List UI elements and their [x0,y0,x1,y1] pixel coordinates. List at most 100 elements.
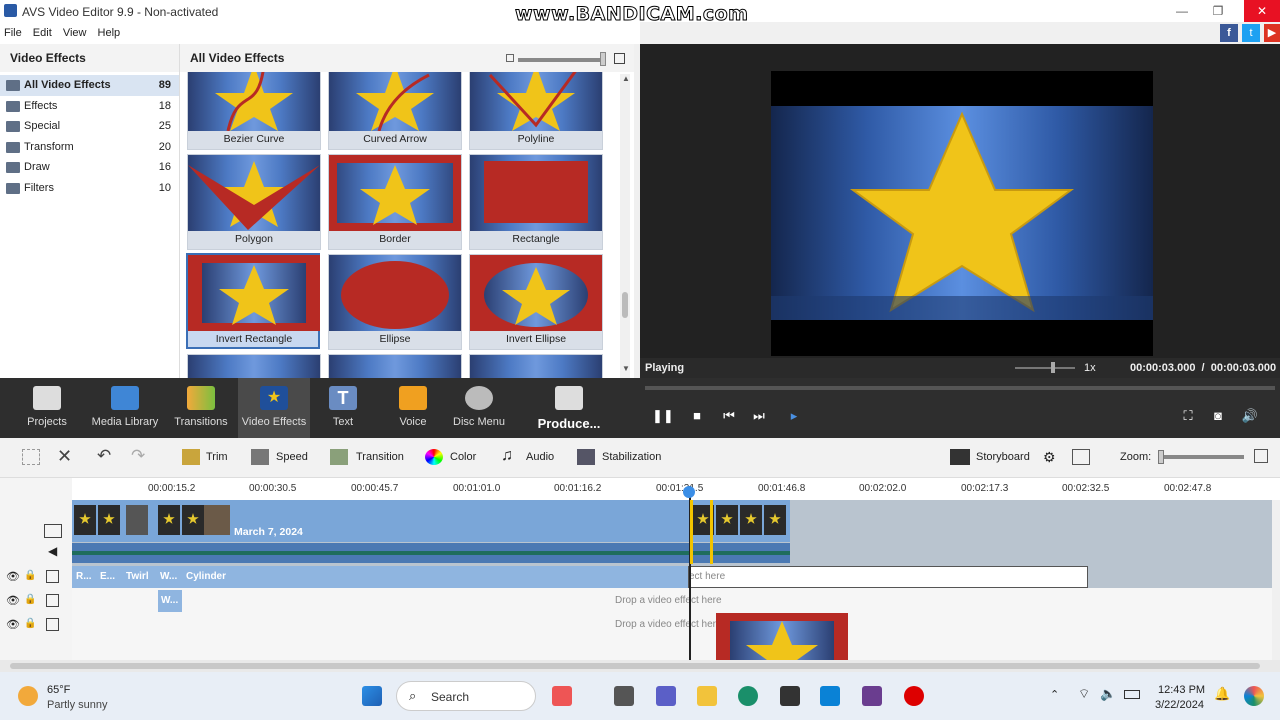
category-draw[interactable]: Draw 16 [0,157,179,178]
audio-icon[interactable]: ♫ [501,447,513,465]
bandicam-icon[interactable] [904,686,924,706]
pause-button[interactable]: ❚❚ [652,408,674,424]
thumbnail-size-slider[interactable] [518,58,604,62]
disc-menu-button[interactable]: Disc Menu [450,378,508,438]
fullscreen-icon[interactable]: ⛶ [1178,408,1198,424]
battery-icon[interactable] [1124,690,1140,699]
redo-icon[interactable]: ↷ [131,446,145,466]
speed-button[interactable]: Speed [276,451,308,463]
store-icon[interactable] [780,686,800,706]
facebook-icon[interactable]: f [1220,24,1238,42]
video-preview[interactable] [771,71,1153,356]
lock-icon[interactable]: 🔒 [24,570,36,581]
speed-slider-handle[interactable] [1051,362,1055,373]
fx-clip[interactable]: W... [158,590,182,612]
stabilization-icon[interactable] [577,449,595,465]
effect-tile-polyline[interactable]: Polyline [469,72,603,150]
zoom-fit-icon[interactable] [1254,449,1268,463]
storyboard-button[interactable]: Storyboard [976,451,1030,463]
edge-icon[interactable] [738,686,758,706]
youtube-icon[interactable]: ▶ [1264,24,1280,42]
menu-file[interactable]: File [0,22,26,44]
snapshot-icon[interactable]: ◙ [1208,408,1228,423]
taskbar-search[interactable]: ⌕ Search [396,681,536,711]
playhead-handle[interactable] [683,486,695,498]
timeline-scrollbar[interactable] [0,660,1280,672]
volume-icon[interactable]: 🔊 [1240,408,1260,424]
effect-drop-zone[interactable]: ect here [688,566,1088,588]
gallery-scrollbar[interactable]: ▲ ▼ [620,74,630,378]
mixer-icon[interactable]: ⚙ [1043,449,1056,466]
produce-button[interactable]: Produce... [534,378,604,438]
stop-button[interactable]: ■ [687,408,707,423]
voice-button[interactable]: Voice [388,378,438,438]
trim-button[interactable]: Trim [206,451,228,463]
transitions-button[interactable]: Transitions [168,378,234,438]
task-view-icon[interactable] [614,686,634,706]
fx-clip[interactable]: E... [100,571,115,582]
weather-icon[interactable] [18,686,38,706]
menu-help[interactable]: Help [94,22,125,44]
maximize-button[interactable]: ❐ [1200,0,1236,22]
scroll-up-icon[interactable]: ▲ [622,74,630,83]
seek-bar[interactable] [645,386,1275,390]
menu-edit[interactable]: Edit [29,22,56,44]
scroll-thumb[interactable] [10,663,1260,669]
text-button[interactable]: T Text [318,378,368,438]
copilot-icon[interactable] [1244,686,1264,706]
frame-step-button[interactable]: ▸ [784,408,804,424]
effect-tile-ellipse[interactable]: Ellipse [328,254,462,350]
windows-start-icon[interactable] [362,686,382,706]
effect-tile-partial[interactable] [187,354,321,378]
previous-button[interactable]: ⏮ [719,408,739,424]
fx-clip[interactable]: Twirl [126,571,149,582]
speed-icon[interactable] [251,449,269,465]
teams-icon[interactable] [656,686,676,706]
video-effects-button[interactable]: ★ Video Effects [238,378,310,438]
zoom-slider[interactable] [1158,455,1244,459]
visibility-eye-icon[interactable]: 👁 [6,570,20,583]
lock-icon[interactable]: 🔒 [24,618,36,629]
widgets-icon[interactable] [552,686,572,706]
fx-clip[interactable]: Cylinder [186,571,226,582]
effect-tile-partial[interactable] [469,354,603,378]
split-icon[interactable] [22,449,40,465]
scroll-thumb[interactable] [622,292,628,318]
projects-button[interactable]: Projects [18,378,76,438]
speed-slider[interactable] [1015,367,1075,369]
large-thumbnail-icon[interactable] [614,53,625,64]
category-all-video-effects[interactable]: All Video Effects 89 [0,75,179,96]
notification-bell-icon[interactable]: 🔔 [1214,686,1230,702]
undo-icon[interactable]: ↶ [97,446,111,466]
storyboard-icon[interactable] [950,449,970,465]
fx-clip[interactable]: W... [160,571,177,582]
timeline-ruler[interactable]: 00:00:15.2 00:00:30.5 00:00:45.7 00:01:0… [72,478,1280,500]
twitter-icon[interactable]: t [1242,24,1260,42]
category-transform[interactable]: Transform 20 [0,137,179,158]
tray-chevron-icon[interactable]: ⌃ [1050,688,1059,701]
minimize-button[interactable]: — [1164,0,1200,22]
stabilization-button[interactable]: Stabilization [602,451,661,463]
wifi-icon[interactable]: ⌔ [1078,686,1090,702]
transition-button[interactable]: Transition [356,451,404,463]
small-thumbnail-icon[interactable] [506,54,514,62]
effect-clip-track[interactable]: R... E... Twirl W... Cylinder [72,566,688,588]
speaker-icon[interactable]: 🔈 [1100,686,1116,702]
effect-tile-polygon[interactable]: Polygon [187,154,321,250]
effect-tile-border[interactable]: Border [328,154,462,250]
visibility-eye-icon[interactable]: 👁 [6,618,20,631]
delete-icon[interactable]: ✕ [57,446,72,467]
lock-icon[interactable]: 🔒 [24,594,36,605]
category-effects[interactable]: Effects 18 [0,96,179,117]
effect-tile-invert-rectangle[interactable]: Invert Rectangle [186,253,320,349]
effect-tile-partial[interactable] [328,354,462,378]
color-button[interactable]: Color [450,451,476,463]
hp-icon[interactable] [820,686,840,706]
avs-editor-icon[interactable] [862,686,882,706]
category-filters[interactable]: Filters 10 [0,178,179,199]
transition-icon[interactable] [330,449,348,465]
slider-handle[interactable] [600,52,606,66]
audio-waveform-track[interactable] [72,543,790,563]
next-button[interactable]: ⏭ [749,408,769,424]
visibility-eye-icon[interactable]: 👁 [6,594,20,607]
